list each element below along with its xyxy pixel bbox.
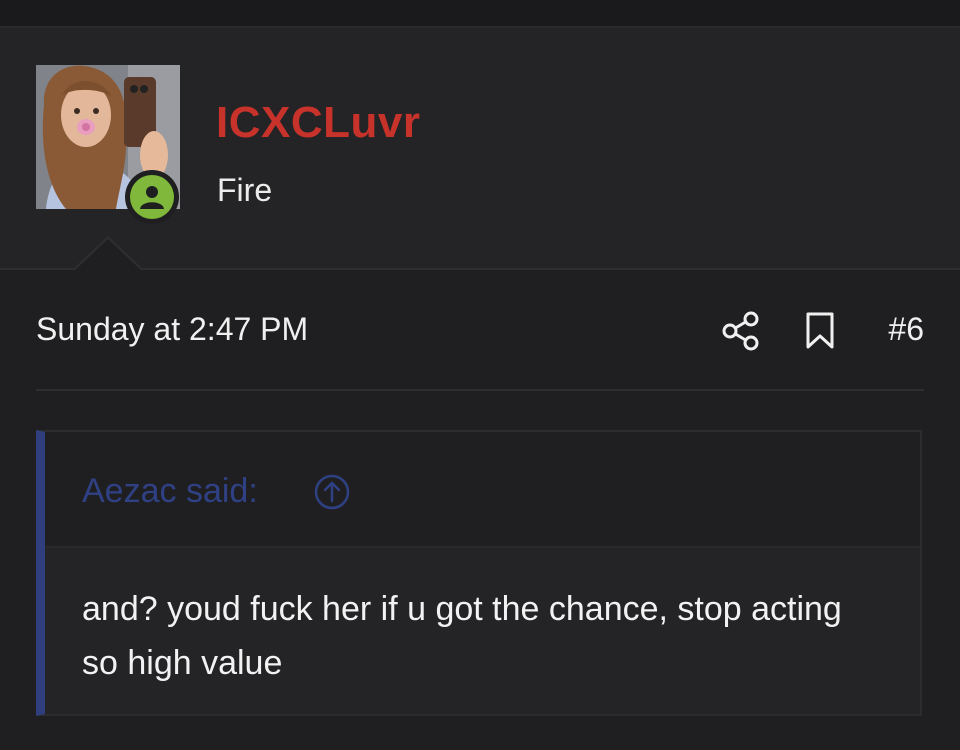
username-link[interactable]: ICXCLuvr — [216, 98, 420, 148]
post-date-link[interactable]: Sunday at 2:47 PM — [36, 311, 308, 348]
quote-author-label[interactable]: Aezac said: — [82, 472, 258, 511]
online-dot — [130, 175, 174, 219]
online-status-badge — [125, 170, 179, 224]
post-meta-bar: Sunday at 2:47 PM #6 — [36, 306, 924, 356]
post-user-block: ICXCLuvr Fire — [0, 28, 960, 270]
post-number-link[interactable]: #6 — [888, 311, 924, 348]
forum-post-page: ICXCLuvr Fire Sunday at 2:47 PM #6 Aezac… — [0, 0, 960, 750]
quote-block: Aezac said: and? youd fuck her if u got … — [36, 430, 922, 716]
share-icon[interactable] — [721, 310, 761, 357]
top-strip — [0, 0, 960, 28]
post-divider — [36, 389, 924, 391]
quote-header: Aezac said: — [45, 432, 920, 548]
user-icon — [140, 186, 164, 209]
quote-text: and? youd fuck her if u got the chance, … — [82, 590, 842, 682]
user-block-pointer-fill — [74, 239, 142, 271]
user-title: Fire — [217, 172, 273, 208]
arrow-up-circle-icon[interactable] — [313, 473, 351, 516]
bookmark-icon[interactable] — [804, 311, 836, 356]
